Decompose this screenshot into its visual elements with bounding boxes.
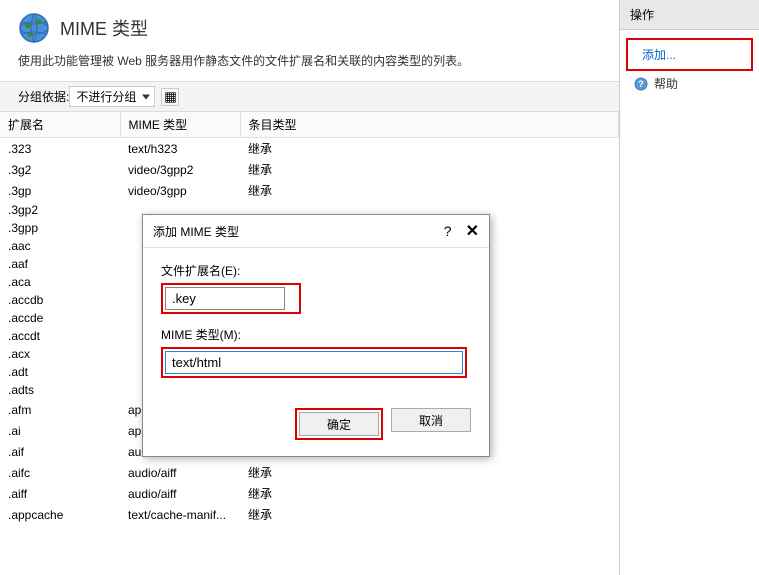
cell-ext: .appcache	[0, 504, 120, 525]
cell-ext: .ai	[0, 420, 120, 441]
dialog-title: 添加 MIME 类型	[153, 223, 239, 240]
cell-ext: .acx	[0, 345, 120, 363]
cell-ext: .aaf	[0, 255, 120, 273]
cell-ext: .aac	[0, 237, 120, 255]
cancel-button[interactable]: 取消	[391, 408, 471, 432]
col-entrytype[interactable]: 条目类型	[240, 112, 619, 138]
cell-entry: 继承	[240, 483, 619, 504]
highlight-ok: 确定	[295, 408, 383, 440]
cell-mime: video/3gpp2	[120, 159, 240, 180]
cell-ext: .accdb	[0, 291, 120, 309]
cell-ext: .accdt	[0, 327, 120, 345]
actions-group: 添加... ? 帮助	[620, 30, 759, 104]
groupby-label: 分组依据:	[18, 88, 69, 105]
cell-mime: audio/aiff	[120, 483, 240, 504]
mimetype-input[interactable]	[165, 351, 463, 374]
cell-ext: .adts	[0, 381, 120, 399]
cell-ext: .afm	[0, 399, 120, 420]
actions-panel: 操作 添加... ? 帮助	[620, 0, 759, 575]
toolbar-view-button[interactable]: ▦	[161, 88, 179, 106]
dialog-titlebar[interactable]: 添加 MIME 类型 ? ✕	[143, 215, 489, 248]
svg-text:?: ?	[638, 79, 644, 89]
cell-mime: video/3gpp	[120, 180, 240, 201]
groupby-dropdown[interactable]: 不进行分组	[69, 86, 155, 107]
add-mime-dialog: 添加 MIME 类型 ? ✕ 文件扩展名(E): MIME 类型(M): 确定 …	[142, 214, 490, 457]
cell-entry: 继承	[240, 180, 619, 201]
highlight-ext-input	[161, 283, 301, 314]
page-description: 使用此功能管理被 Web 服务器用作静态文件的文件扩展名和关联的内容类型的列表。	[0, 52, 619, 81]
cell-ext: .3gp2	[0, 201, 120, 219]
extension-input[interactable]	[165, 287, 285, 310]
cell-ext: .aif	[0, 441, 120, 462]
highlight-add: 添加...	[626, 38, 753, 71]
table-row[interactable]: .appcachetext/cache-manif...继承	[0, 504, 619, 525]
help-icon: ?	[634, 77, 648, 91]
table-row[interactable]: .aiffaudio/aiff继承	[0, 483, 619, 504]
close-icon[interactable]: ✕	[466, 221, 479, 241]
ok-button[interactable]: 确定	[299, 412, 379, 436]
mime-field-label: MIME 类型(M):	[161, 326, 471, 343]
table-row[interactable]: .3g2video/3gpp2继承	[0, 159, 619, 180]
help-action-label: 帮助	[654, 75, 678, 92]
help-action-link[interactable]: ? 帮助	[626, 71, 753, 96]
cell-mime: text/h323	[120, 138, 240, 160]
cell-entry: 继承	[240, 138, 619, 160]
groupby-toolbar: 分组依据: 不进行分组 ▦	[0, 81, 619, 112]
table-row[interactable]: .3gpvideo/3gpp继承	[0, 180, 619, 201]
cell-mime: text/cache-manif...	[120, 504, 240, 525]
cell-ext: .aifc	[0, 462, 120, 483]
actions-header: 操作	[620, 0, 759, 30]
cell-ext: .aca	[0, 273, 120, 291]
page-title: MIME 类型	[60, 15, 148, 41]
cell-mime: audio/aiff	[120, 462, 240, 483]
col-extension[interactable]: 扩展名	[0, 112, 120, 138]
highlight-mime-input	[161, 347, 467, 378]
dialog-buttons: 确定 取消	[143, 408, 489, 456]
add-action-label: 添加...	[642, 46, 676, 63]
cell-ext: .323	[0, 138, 120, 160]
globe-icon	[18, 12, 50, 44]
table-row[interactable]: .aifcaudio/aiff继承	[0, 462, 619, 483]
cell-entry: 继承	[240, 462, 619, 483]
dialog-controls: ? ✕	[444, 221, 479, 241]
cell-ext: .accde	[0, 309, 120, 327]
cell-ext: .3gp	[0, 180, 120, 201]
dialog-help-button[interactable]: ?	[444, 223, 452, 239]
cell-entry: 继承	[240, 504, 619, 525]
cell-ext: .adt	[0, 363, 120, 381]
cell-entry: 继承	[240, 159, 619, 180]
ext-field-label: 文件扩展名(E):	[161, 262, 471, 279]
cell-ext: .aiff	[0, 483, 120, 504]
dialog-body: 文件扩展名(E): MIME 类型(M):	[143, 248, 489, 408]
col-mimetype[interactable]: MIME 类型	[120, 112, 240, 138]
table-row[interactable]: .323text/h323继承	[0, 138, 619, 160]
cell-ext: .3gpp	[0, 219, 120, 237]
page-header: MIME 类型	[0, 0, 619, 52]
cell-ext: .3g2	[0, 159, 120, 180]
add-action-link[interactable]: 添加...	[634, 42, 745, 67]
table-header-row: 扩展名 MIME 类型 条目类型	[0, 112, 619, 138]
